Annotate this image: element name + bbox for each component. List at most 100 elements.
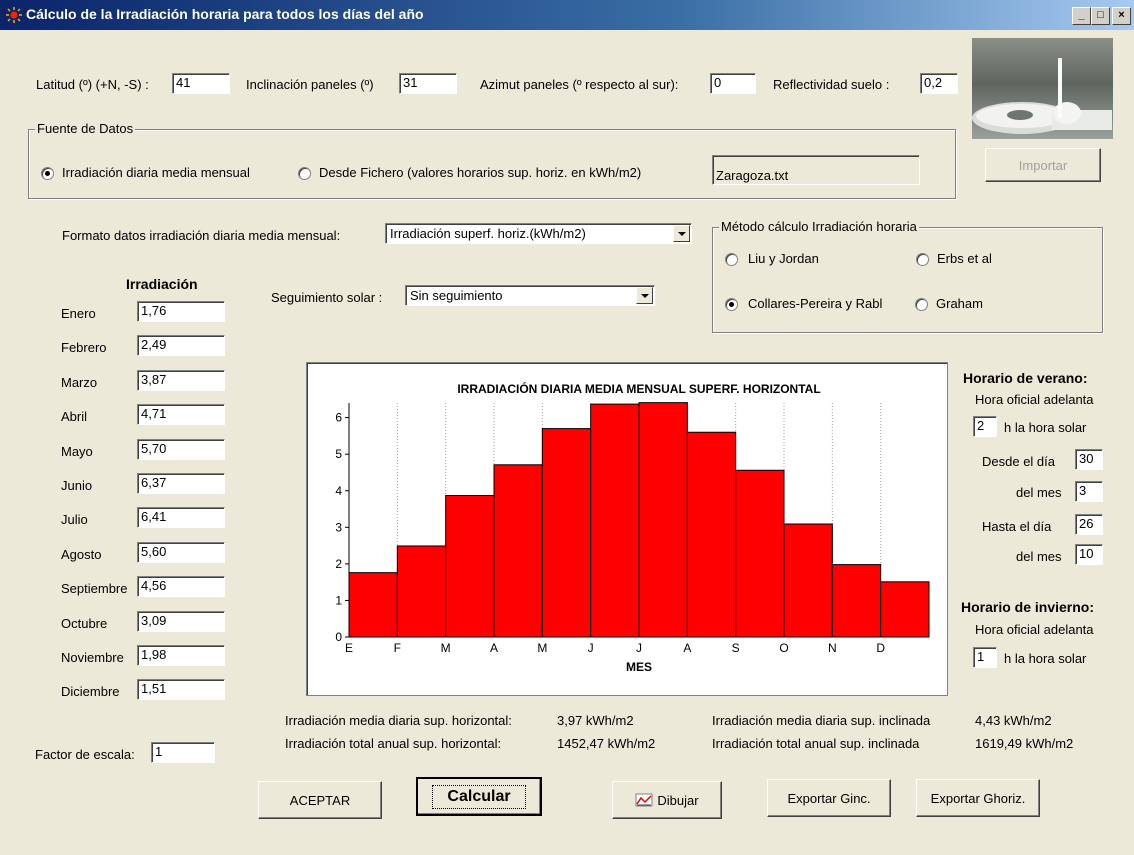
x-tick-label: J [636, 641, 642, 655]
minimize-button[interactable]: _ [1072, 7, 1091, 25]
verano-horas-input[interactable]: 2 [973, 416, 997, 437]
bar [590, 403, 640, 638]
month-label: Junio [61, 478, 93, 493]
latitud-label: Latitud (º) (+N, -S) : [36, 77, 149, 92]
window-title: Cálculo de la Irradiación horaria para t… [26, 6, 424, 22]
media-incl-label: Irradiación media diaria sup. inclinada [712, 713, 931, 728]
month-label: Mayo [61, 443, 93, 459]
fuente-datos-title: Fuente de Datos [35, 121, 136, 136]
seguimiento-select[interactable]: Sin seguimiento [405, 285, 655, 306]
aceptar-button[interactable]: ACEPTAR [258, 781, 382, 819]
bar [493, 464, 543, 638]
month-label: Julio [61, 512, 88, 528]
hasta-dia-input[interactable]: 26 [1075, 514, 1103, 535]
radio-collares-pereira[interactable] [725, 298, 738, 311]
bar [445, 495, 495, 638]
bar [831, 564, 882, 638]
inclinacion-input[interactable]: 31 [399, 73, 457, 94]
month-label: Noviembre [61, 650, 124, 665]
sun-icon [6, 7, 22, 23]
radio-liu-jordan[interactable] [725, 253, 738, 266]
month-value-input[interactable]: 3,09 [137, 610, 225, 632]
graham-label: Graham [936, 296, 983, 311]
azimut-input[interactable]: 0 [710, 73, 756, 94]
inclinacion-label: Inclinación paneles (º) [246, 77, 374, 92]
hasta-mes-input[interactable]: 10 [1075, 544, 1103, 565]
calcular-label: Calcular [432, 784, 526, 809]
x-tick-label: D [876, 641, 885, 655]
radio-desde-fichero[interactable] [298, 167, 311, 180]
bar [348, 572, 398, 638]
x-tick-label: N [828, 641, 837, 655]
total-incl-label: Irradiación total anual sup. inclinada [712, 736, 920, 751]
month-value-input[interactable]: 4,71 [137, 404, 225, 426]
radio-graham[interactable] [915, 298, 928, 311]
invierno-title: Horario de invierno: [961, 599, 1095, 615]
invierno-adelanta-label: Hora oficial adelanta [975, 622, 1094, 637]
month-label: Enero [61, 306, 96, 321]
month-value-input[interactable]: 4,56 [137, 576, 225, 598]
month-label: Diciembre [61, 684, 120, 700]
x-tick-label: A [683, 641, 691, 655]
bar [396, 545, 447, 638]
month-value-input[interactable]: 2,49 [137, 335, 225, 357]
bar [735, 469, 785, 638]
desde-mes-input[interactable]: 3 [1075, 481, 1103, 502]
formato-select[interactable]: Irradiación superf. horiz.(kWh/m2) [385, 223, 692, 244]
media-horiz-value: 3,97 kWh/m2 [557, 713, 634, 728]
fichero-field[interactable]: Zaragoza.txt [712, 155, 920, 185]
y-tick-label: 4 [335, 484, 342, 498]
bar [783, 523, 833, 638]
month-value-input[interactable]: 6,41 [137, 507, 225, 529]
x-tick-label: E [345, 641, 353, 655]
radio-irradiacion-mensual[interactable] [41, 167, 54, 180]
dibujar-label: Dibujar [657, 792, 699, 808]
hasta-mes-label: del mes [1016, 549, 1062, 564]
month-label: Febrero [61, 340, 107, 356]
reflectividad-input[interactable]: 0,2 [920, 73, 958, 94]
y-tick-label: 1 [335, 593, 342, 607]
month-value-input[interactable]: 1,76 [137, 301, 225, 322]
liu-jordan-label: Liu y Jordan [748, 251, 819, 266]
escala-input[interactable]: 1 [151, 742, 215, 763]
radio-erbs[interactable] [916, 253, 929, 266]
exportar-ginc-button[interactable]: Exportar Ginc. [767, 779, 891, 817]
month-value-input[interactable]: 5,70 [137, 438, 225, 460]
desde-dia-input[interactable]: 30 [1075, 449, 1103, 470]
chart-title: IRRADIACIÓN DIARIA MEDIA MENSUAL SUPERF.… [457, 381, 820, 396]
close-button[interactable]: × [1112, 7, 1131, 25]
month-value-input[interactable]: 1,51 [137, 679, 225, 701]
total-horiz-label: Irradiación total anual sup. horizontal: [285, 736, 502, 751]
media-horiz-label: Irradiación media diaria sup. horizontal… [285, 713, 512, 728]
month-value-input[interactable]: 5,60 [137, 541, 225, 563]
seguimiento-value: Sin seguimiento [410, 288, 503, 303]
month-value-input[interactable]: 1,98 [137, 645, 225, 666]
irradiacion-chart: IRRADIACIÓN DIARIA MEDIA MENSUAL SUPERF.… [306, 362, 948, 696]
option-desde-fichero-label: Desde Fichero (valores horarios sup. hor… [319, 165, 642, 180]
maximize-button[interactable]: □ [1091, 7, 1110, 25]
importar-button[interactable]: Importar [985, 148, 1101, 182]
exportar-ghoriz-button[interactable]: Exportar Ghoriz. [916, 779, 1040, 817]
x-tick-label: A [490, 641, 498, 655]
dibujar-button[interactable]: Dibujar [612, 781, 722, 819]
invierno-horas-input[interactable]: 1 [973, 647, 997, 668]
invierno-h-solar-label: h la hora solar [1004, 651, 1087, 666]
escala-label: Factor de escala: [35, 747, 135, 762]
y-tick-label: 6 [335, 411, 342, 425]
chevron-down-icon[interactable] [673, 225, 690, 242]
chevron-down-icon[interactable] [636, 287, 653, 304]
month-value-input[interactable]: 6,37 [137, 473, 225, 494]
calcular-button[interactable]: Calcular [416, 777, 542, 816]
month-value-input[interactable]: 3,87 [137, 369, 225, 391]
y-tick-label: 3 [335, 520, 342, 534]
y-tick-label: 0 [335, 630, 342, 644]
y-tick-label: 2 [335, 557, 342, 571]
latitud-input[interactable]: 41 [172, 73, 230, 94]
formato-value: Irradiación superf. horiz.(kWh/m2) [390, 226, 586, 241]
x-tick-label: M [537, 641, 547, 655]
x-tick-label: O [779, 641, 788, 655]
seguimiento-label: Seguimiento solar : [271, 290, 383, 305]
option-irradiacion-mensual-label: Irradiación diaria media mensual [62, 165, 250, 180]
verano-h-solar-label: h la hora solar [1004, 420, 1087, 435]
reflectividad-label: Reflectividad suelo : [773, 77, 890, 92]
